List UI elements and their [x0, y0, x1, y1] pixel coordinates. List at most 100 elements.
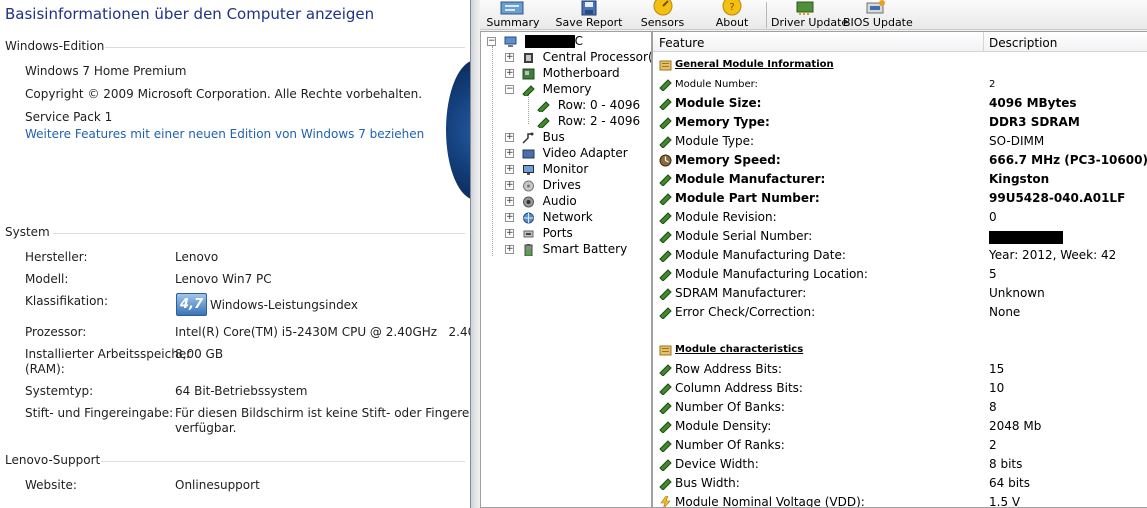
description-value: 0 [989, 210, 997, 224]
description-value: 1.5 V [989, 495, 1021, 508]
detail-row[interactable]: Module Manufacturing Location: 5 [653, 265, 1147, 284]
expand-icon[interactable]: + [505, 213, 514, 222]
tree-item-drives[interactable]: + Drives [505, 177, 581, 193]
upgrade-edition-link[interactable]: Weitere Features mit einer neuen Edition… [25, 127, 424, 141]
tree-item-battery[interactable]: + Smart Battery [505, 241, 627, 257]
online-support-link[interactable]: Onlinesupport [175, 478, 260, 492]
expand-icon[interactable]: + [505, 229, 514, 238]
expand-icon[interactable]: + [505, 133, 514, 142]
monitor-icon [522, 164, 534, 175]
detail-row[interactable]: Memory Speed: 666.7 MHz (PC3-10600) [653, 151, 1147, 170]
detail-row[interactable]: Error Check/Correction: None [653, 303, 1147, 322]
expand-icon[interactable]: + [505, 165, 514, 174]
detail-row[interactable]: Bus Width: 64 bits [653, 474, 1147, 493]
memory-module-icon [659, 79, 672, 91]
cpu-icon [523, 52, 533, 63]
feature-column-header[interactable]: Feature [659, 36, 704, 50]
network-icon [522, 212, 534, 223]
detail-row[interactable]: Row Address Bits: 15 [653, 360, 1147, 379]
bios-update-label: BIOS Update [843, 16, 913, 29]
feature-label: Module Number: [675, 79, 758, 90]
sensors-label: Sensors [640, 16, 685, 29]
section-header-row[interactable]: General Module Information [653, 56, 1147, 75]
detail-row[interactable]: Module Part Number: 99U5428-040.A01LF [653, 189, 1147, 208]
tree-item-memory[interactable]: − Memory [505, 81, 591, 97]
save-report-button[interactable]: Save Report [551, 0, 627, 30]
detail-row[interactable]: Module Serial Number: [653, 227, 1147, 246]
detail-row[interactable]: Module Type: SO-DIMM [653, 132, 1147, 151]
tree-item-audio[interactable]: + Audio [505, 193, 577, 209]
detail-row[interactable]: Module Manufacturer: Kingston [653, 170, 1147, 189]
details-list[interactable]: Feature Description General Module Infor… [652, 31, 1147, 508]
tree-item-monitor[interactable]: + Monitor [505, 161, 588, 177]
summary-label: Summary [486, 16, 540, 29]
collapse-icon[interactable]: − [487, 37, 496, 46]
hwinfo-window: Summary Save Report Sensors ? About Driv… [470, 0, 1147, 508]
website-label: Website: [25, 478, 77, 492]
feature-label: Row Address Bits: [675, 362, 782, 376]
bus-icon [522, 132, 534, 144]
speed-icon [659, 154, 672, 167]
collapse-icon[interactable]: − [505, 85, 514, 94]
tree-item-motherboard[interactable]: + Motherboard [505, 65, 620, 81]
memory-module-icon [659, 136, 672, 148]
tree-item-cpu[interactable]: + Central Processor(s) [505, 49, 651, 65]
feature-label: Device Width: [675, 457, 759, 471]
detail-row[interactable] [653, 322, 1147, 341]
tree-item-ports[interactable]: + Ports [505, 225, 573, 241]
description-value: Year: 2012, Week: 42 [989, 248, 1117, 262]
tree-item-label: Memory [542, 82, 592, 96]
feature-label: Module Revision: [675, 210, 777, 224]
expand-icon[interactable]: + [505, 197, 514, 206]
tree-item-row-0[interactable]: Row: 0 - 4096 [537, 97, 641, 113]
expand-icon[interactable]: + [505, 245, 514, 254]
support-heading: Lenovo-Support [5, 453, 465, 467]
device-tree[interactable]: − C + Central Processor(s) + Motherboard… [480, 31, 652, 508]
wei-score-badge[interactable]: 4,7 [176, 293, 207, 316]
detail-row[interactable]: Module Revision: 0 [653, 208, 1147, 227]
memory-module-icon [659, 364, 672, 376]
expand-icon[interactable]: + [505, 181, 514, 190]
expand-icon[interactable]: + [505, 149, 514, 158]
expand-icon[interactable]: + [505, 69, 514, 78]
detail-row[interactable]: Module Number: 2 [653, 75, 1147, 94]
about-button[interactable]: ? About [704, 0, 760, 30]
description-value: 10 [989, 381, 1005, 395]
tree-item-video[interactable]: + Video Adapter [505, 145, 628, 161]
detail-row[interactable]: Device Width: 8 bits [653, 455, 1147, 474]
bios-update-button[interactable]: BIOS Update [843, 0, 913, 30]
tree-item-network[interactable]: + Network [505, 209, 593, 225]
sensors-icon [653, 0, 672, 16]
section-icon [659, 60, 672, 71]
section-header-row[interactable]: Module characteristics [653, 341, 1147, 360]
detail-row[interactable]: Number Of Banks: 8 [653, 398, 1147, 417]
description-column-header[interactable]: Description [989, 36, 1057, 50]
feature-label: Module Manufacturing Location: [675, 267, 868, 281]
wei-link[interactable]: Windows-Leistungsindex [210, 298, 358, 312]
detail-row[interactable]: Module Nominal Voltage (VDD): 1.5 V [653, 493, 1147, 508]
sensors-button[interactable]: Sensors [635, 0, 690, 30]
detail-row[interactable]: Column Address Bits: 10 [653, 379, 1147, 398]
detail-row[interactable]: SDRAM Manufacturer: Unknown [653, 284, 1147, 303]
detail-row[interactable]: Number Of Ranks: 2 [653, 436, 1147, 455]
detail-row[interactable]: Module Manufacturing Date: Year: 2012, We… [653, 246, 1147, 265]
feature-label: Module Manufacturer: [675, 172, 826, 186]
windows-edition-heading: Windows-Edition [5, 39, 465, 53]
manufacturer-label: Hersteller: [25, 250, 88, 264]
summary-button[interactable]: Summary [485, 0, 541, 30]
tree-root[interactable]: − C [487, 33, 583, 49]
ram-label-cont: (RAM): [25, 362, 65, 376]
description-value: Unknown [989, 286, 1045, 300]
memory-module-icon [659, 478, 672, 490]
detail-row[interactable]: Module Size: 4096 MBytes [653, 94, 1147, 113]
windows-edition-value: Windows 7 Home Premium [25, 64, 187, 78]
memory-module-icon [659, 307, 672, 319]
detail-row[interactable]: Module Density: 2048 Mb [653, 417, 1147, 436]
tree-item-row-2[interactable]: Row: 2 - 4096 [537, 113, 640, 129]
tree-item-bus[interactable]: + Bus [505, 129, 565, 145]
feature-label: SDRAM Manufacturer: [675, 286, 807, 300]
driver-update-button[interactable]: Driver Update [771, 0, 848, 30]
detail-row[interactable]: Memory Type: DDR3 SDRAM [653, 113, 1147, 132]
memory-module-icon [659, 212, 672, 224]
expand-icon[interactable]: + [505, 53, 514, 62]
